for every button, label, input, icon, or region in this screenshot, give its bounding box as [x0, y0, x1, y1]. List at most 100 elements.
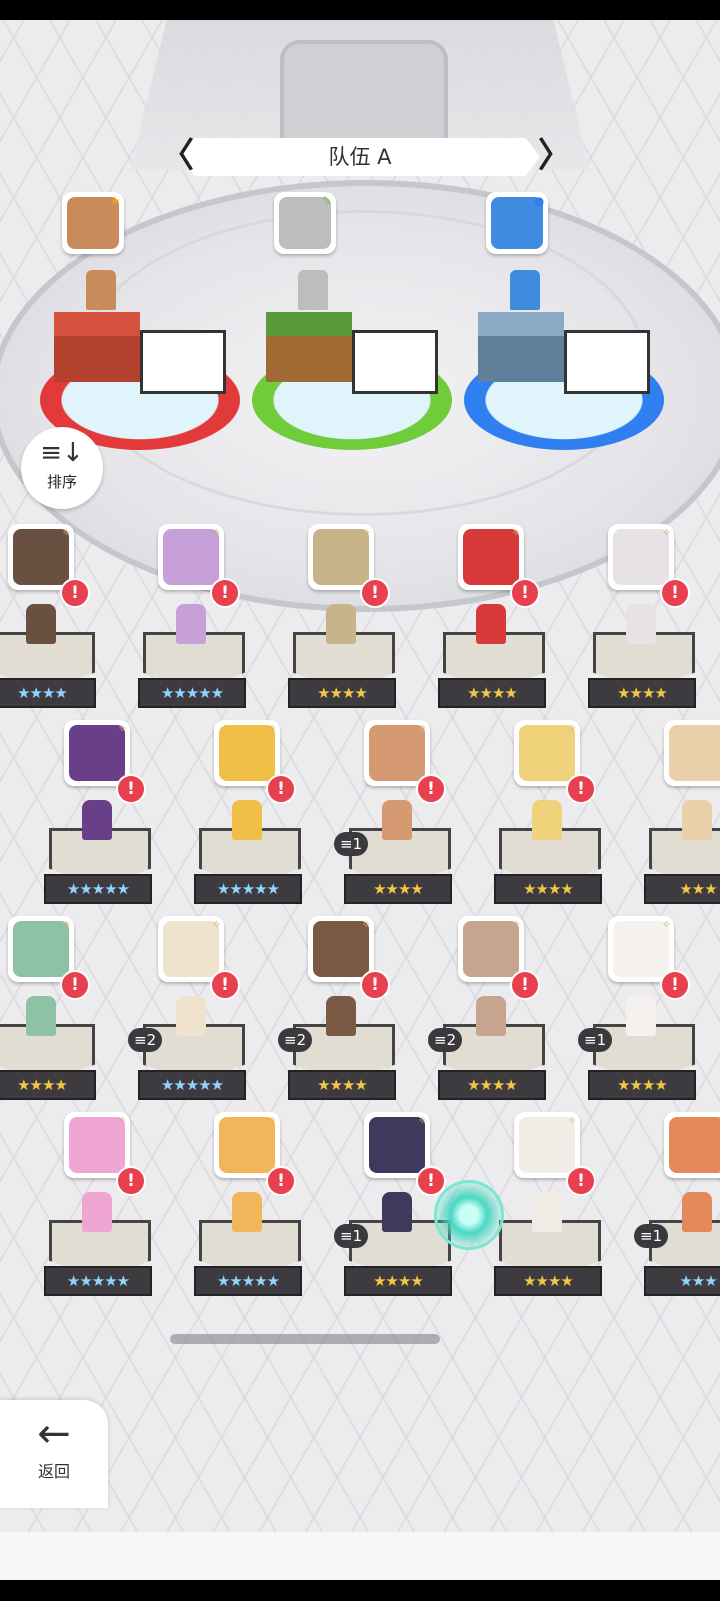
character-face: [163, 921, 219, 977]
new-alert-icon: !: [660, 970, 690, 1000]
character-sprite: [82, 1192, 112, 1232]
hero-portrait[interactable]: ●: [486, 192, 548, 254]
rarity-badge-icon: ★: [109, 194, 121, 208]
character-card[interactable]: ✧ ★★★ ≡1: [634, 1112, 720, 1302]
team-banner: 队伍 A 〈 〉: [160, 136, 572, 178]
character-face: [613, 921, 669, 977]
character-portrait: ✧: [8, 524, 74, 590]
new-alert-icon: !: [510, 578, 540, 608]
character-portrait: ✧: [158, 916, 224, 982]
sparkle-icon: ✧: [61, 918, 71, 931]
character-sprite: [532, 800, 562, 840]
character-card[interactable]: ✧! ★★★★★: [44, 720, 154, 910]
star-rating: ★★★: [644, 874, 720, 904]
block-side: [54, 336, 140, 382]
character-card[interactable]: ✧! ★★★★: [0, 916, 98, 1106]
duplicate-count-badge: ≡1: [334, 832, 369, 856]
character-card[interactable]: ✧! ★★★★★: [194, 1112, 304, 1302]
hero-sprite: [510, 270, 540, 310]
empty-support-slot[interactable]: [564, 330, 650, 394]
sparkle-icon: ✧: [417, 722, 427, 735]
character-sprite: [326, 604, 356, 644]
star-rating: ★★★★: [0, 1070, 96, 1100]
character-card[interactable]: ✧! ★★★★: [0, 524, 98, 714]
new-alert-icon: !: [116, 774, 146, 804]
character-card[interactable]: ✧! ★★★★: [494, 1112, 604, 1302]
character-face: [463, 921, 519, 977]
star-rating: ★★★★★: [44, 874, 152, 904]
sparkle-icon: ✧: [567, 722, 577, 735]
character-face: [13, 921, 69, 977]
block-top: [54, 312, 140, 336]
star-rating: ★★★★: [288, 678, 396, 708]
hero-portrait[interactable]: ★: [62, 192, 124, 254]
touch-cursor-icon: [434, 1180, 504, 1250]
character-sprite: [682, 800, 712, 840]
rarity-badge-icon: ✎: [321, 194, 333, 208]
character-face: [669, 1117, 720, 1173]
sparkle-icon: ✧: [117, 1114, 127, 1127]
empty-support-slot[interactable]: [140, 330, 226, 394]
sort-button[interactable]: ≡↓ 排序: [21, 427, 103, 509]
block-top: [478, 312, 564, 336]
character-sprite: [382, 1192, 412, 1232]
duplicate-count-badge: ≡2: [128, 1028, 163, 1052]
sparkle-icon: ✧: [267, 722, 277, 735]
star-rating: ★★★★★: [194, 1266, 302, 1296]
team-block: [478, 312, 564, 382]
back-button[interactable]: ← 返回: [0, 1400, 108, 1508]
character-card[interactable]: ✧! ★★★★: [288, 524, 398, 714]
character-card[interactable]: ✧! ★★★★ ≡1: [578, 916, 698, 1106]
next-team-chevron-icon[interactable]: 〉: [538, 136, 572, 178]
new-alert-icon: !: [266, 774, 296, 804]
character-sprite: [626, 604, 656, 644]
team-title: 队伍 A: [328, 145, 392, 169]
character-face: [219, 725, 275, 781]
star-rating: ★★★★: [0, 678, 96, 708]
character-portrait: ✧: [608, 524, 674, 590]
character-card[interactable]: ✧! ★★★★ ≡1: [334, 720, 454, 910]
duplicate-count-badge: ≡2: [428, 1028, 463, 1052]
new-alert-icon: !: [60, 970, 90, 1000]
character-card[interactable]: ✧! ★★★★ ≡2: [278, 916, 398, 1106]
back-arrow-icon: ←: [37, 1411, 71, 1457]
prev-team-chevron-icon[interactable]: 〈: [160, 136, 194, 178]
character-card[interactable]: ✧! ★★★★ ≡2: [428, 916, 548, 1106]
character-portrait: ✧: [214, 1112, 280, 1178]
character-portrait: ✧: [664, 1112, 720, 1178]
character-face: [669, 725, 720, 781]
character-face: [69, 1117, 125, 1173]
sparkle-icon: ✧: [211, 918, 221, 931]
character-face: [69, 725, 125, 781]
character-card[interactable]: ✧! ★★★★★: [194, 720, 304, 910]
new-alert-icon: !: [360, 578, 390, 608]
character-card[interactable]: ✧ ★★★: [644, 720, 720, 910]
character-portrait: ✧: [158, 524, 224, 590]
new-alert-icon: !: [510, 970, 540, 1000]
character-card[interactable]: ✧! ★★★★: [588, 524, 698, 714]
character-card[interactable]: ✧! ★★★★★: [44, 1112, 154, 1302]
star-rating: ★★★★: [438, 1070, 546, 1100]
character-portrait: ✧: [458, 524, 524, 590]
sparkle-icon: ✧: [211, 526, 221, 539]
sparkle-icon: ✧: [567, 1114, 577, 1127]
hero-portrait[interactable]: ✎: [274, 192, 336, 254]
duplicate-count-badge: ≡1: [578, 1028, 613, 1052]
star-rating: ★★★★★: [194, 874, 302, 904]
character-sprite: [26, 604, 56, 644]
character-card[interactable]: ✧! ★★★★★: [138, 524, 248, 714]
empty-support-slot[interactable]: [352, 330, 438, 394]
star-rating: ★★★★★: [44, 1266, 152, 1296]
character-card[interactable]: ✧! ★★★★: [494, 720, 604, 910]
character-sprite: [476, 996, 506, 1036]
character-card[interactable]: ✧! ★★★★★ ≡2: [128, 916, 248, 1106]
character-portrait: ✧: [308, 916, 374, 982]
character-face: [369, 725, 425, 781]
character-card[interactable]: ✧! ★★★★: [438, 524, 548, 714]
sparkle-icon: ✧: [361, 918, 371, 931]
character-face: [13, 529, 69, 585]
character-face: [313, 529, 369, 585]
scrollbar[interactable]: [170, 1334, 440, 1344]
hero-sprite: [298, 270, 328, 310]
star-rating: ★★★★★: [138, 1070, 246, 1100]
